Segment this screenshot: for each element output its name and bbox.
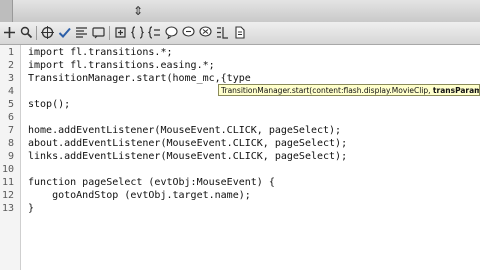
actions-toolbar: [0, 22, 480, 45]
auto-format-icon[interactable]: [74, 25, 89, 40]
hint-signature: TransitionManager.start(content:flash.di…: [221, 86, 433, 95]
line-number: 3: [7, 73, 14, 84]
line-number: 1: [7, 47, 14, 58]
collapse-braces-icon[interactable]: [130, 25, 145, 40]
add-item-icon[interactable]: [2, 25, 17, 40]
collapse-selection-icon[interactable]: [147, 25, 162, 40]
line-number: 12: [1, 190, 14, 201]
code-line[interactable]: links.addEventListener(MouseEvent.CLICK,…: [28, 151, 347, 163]
line-number: 10: [1, 164, 14, 175]
line-number-gutter: 1 2 3 4 5 6 7 8 9 10 11 12 13: [0, 45, 21, 270]
code-line[interactable]: function pageSelect (evtObj:MouseEvent) …: [28, 177, 275, 189]
code-editor[interactable]: import fl.transitions.*; import fl.trans…: [28, 45, 480, 270]
code-hint-icon[interactable]: [91, 25, 106, 40]
line-number: 7: [7, 125, 14, 136]
debug-options-icon[interactable]: [113, 25, 128, 40]
resize-handle-icon[interactable]: ⇕: [133, 4, 143, 18]
line-number: 6: [7, 112, 14, 123]
line-number: 2: [7, 60, 14, 71]
code-line[interactable]: gotoAndStop (evtObj.target.name);: [28, 190, 251, 202]
toolbar-separator: [109, 26, 110, 40]
code-line[interactable]: }: [28, 203, 34, 215]
comment-block-icon[interactable]: [164, 25, 179, 40]
line-number: 9: [7, 151, 14, 162]
uncomment-icon[interactable]: [198, 25, 213, 40]
code-hint-tooltip: TransitionManager.start(content:flash.di…: [218, 84, 480, 96]
code-line[interactable]: home.addEventListener(MouseEvent.CLICK, …: [28, 125, 341, 137]
comment-line-icon[interactable]: [181, 25, 196, 40]
target-path-icon[interactable]: [40, 25, 55, 40]
toolbar-separator: [36, 26, 37, 40]
panel-edge: [0, 0, 13, 22]
code-line[interactable]: import fl.transitions.easing.*;: [28, 60, 215, 72]
window-top-bar: ⇕: [0, 0, 480, 23]
code-line[interactable]: about.addEventListener(MouseEvent.CLICK,…: [28, 138, 347, 150]
find-icon[interactable]: [19, 25, 34, 40]
code-line[interactable]: import fl.transitions.*;: [28, 47, 173, 59]
code-line[interactable]: stop();: [28, 99, 70, 111]
line-number: 8: [7, 138, 14, 149]
line-number: 4: [7, 86, 14, 97]
line-number: 5: [7, 99, 14, 110]
line-number: 11: [1, 177, 14, 188]
show-toolbox-icon[interactable]: [215, 25, 230, 40]
line-number: 13: [1, 203, 14, 214]
check-syntax-icon[interactable]: [57, 25, 72, 40]
hint-current-param: transParams: [432, 86, 479, 95]
help-doc-icon[interactable]: [232, 25, 247, 40]
